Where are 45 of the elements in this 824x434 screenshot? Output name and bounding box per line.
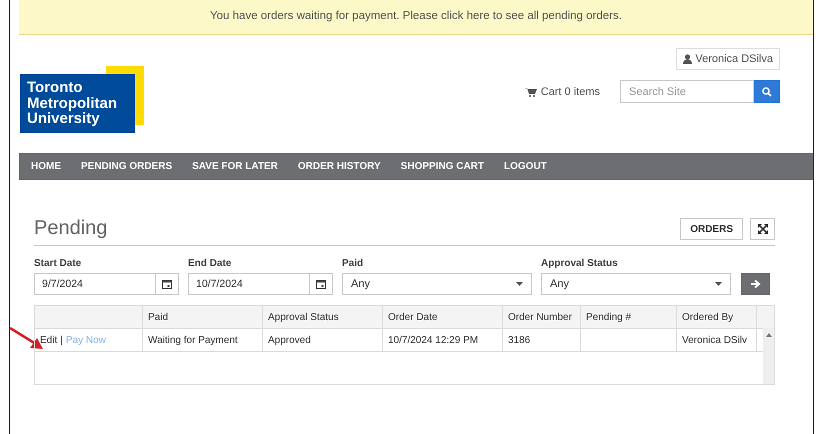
expand-button[interactable] xyxy=(750,218,775,240)
user-icon xyxy=(683,54,692,64)
search-button[interactable] xyxy=(754,80,780,103)
scrollbar[interactable] xyxy=(763,328,774,384)
user-button[interactable]: Veronica DSilva xyxy=(676,48,780,70)
nav-link[interactable]: ORDER HISTORY xyxy=(298,161,381,172)
separator: | xyxy=(60,334,63,346)
go-button[interactable] xyxy=(741,273,770,295)
table-cell: 10/7/2024 12:29 PM xyxy=(383,329,503,351)
caret-icon xyxy=(715,282,722,286)
filter-label: End Date xyxy=(188,258,232,269)
cart-icon xyxy=(524,86,537,96)
nav-link[interactable]: LOGOUT xyxy=(504,161,547,172)
search-field[interactable]: Search Site xyxy=(620,80,754,103)
notification-banner[interactable]: You have orders waiting for payment. Please click here to see all pending orders. xyxy=(19,0,813,35)
column-header[interactable]: Paid xyxy=(143,306,263,328)
column-header[interactable]: Pending # xyxy=(581,306,677,328)
table-cell: 3186 xyxy=(503,329,581,351)
cart-link[interactable]: Cart 0 items xyxy=(524,86,600,98)
date-field[interactable]: 9/7/2024 xyxy=(34,273,179,295)
filter-label: Approval Status xyxy=(541,258,619,269)
nav-link[interactable]: HOME xyxy=(31,161,61,172)
date-field[interactable]: 10/7/2024 xyxy=(188,273,333,295)
scroll-up-icon[interactable] xyxy=(766,333,772,337)
table-cell: Waiting for Payment xyxy=(143,329,263,351)
dropdown[interactable]: Any xyxy=(342,273,532,295)
column-header[interactable]: Order Number xyxy=(503,306,581,328)
orders-button[interactable]: ORDERS xyxy=(680,218,743,240)
dropdown[interactable]: Any xyxy=(541,273,731,295)
nav-link[interactable]: SHOPPING CART xyxy=(400,161,484,172)
filter-label: Start Date xyxy=(34,258,82,269)
search-icon xyxy=(762,86,772,96)
nav-link[interactable]: PENDING ORDERS xyxy=(81,161,172,172)
edit-link[interactable]: Edit xyxy=(40,334,58,346)
table-cell: Approved xyxy=(263,329,383,351)
table-cell: Veronica DSilv xyxy=(677,329,757,351)
expand-icon xyxy=(758,224,768,234)
filter-label: Paid xyxy=(342,258,364,269)
column-header[interactable]: Order Date xyxy=(383,306,503,328)
column-header[interactable]: Ordered By xyxy=(677,306,757,328)
column-header[interactable]: Approval Status xyxy=(263,306,383,328)
arrow-right-icon xyxy=(750,279,760,289)
caret-icon xyxy=(516,282,523,286)
nav-link[interactable]: SAVE FOR LATER xyxy=(192,161,278,172)
page-title: Pending xyxy=(34,217,108,240)
